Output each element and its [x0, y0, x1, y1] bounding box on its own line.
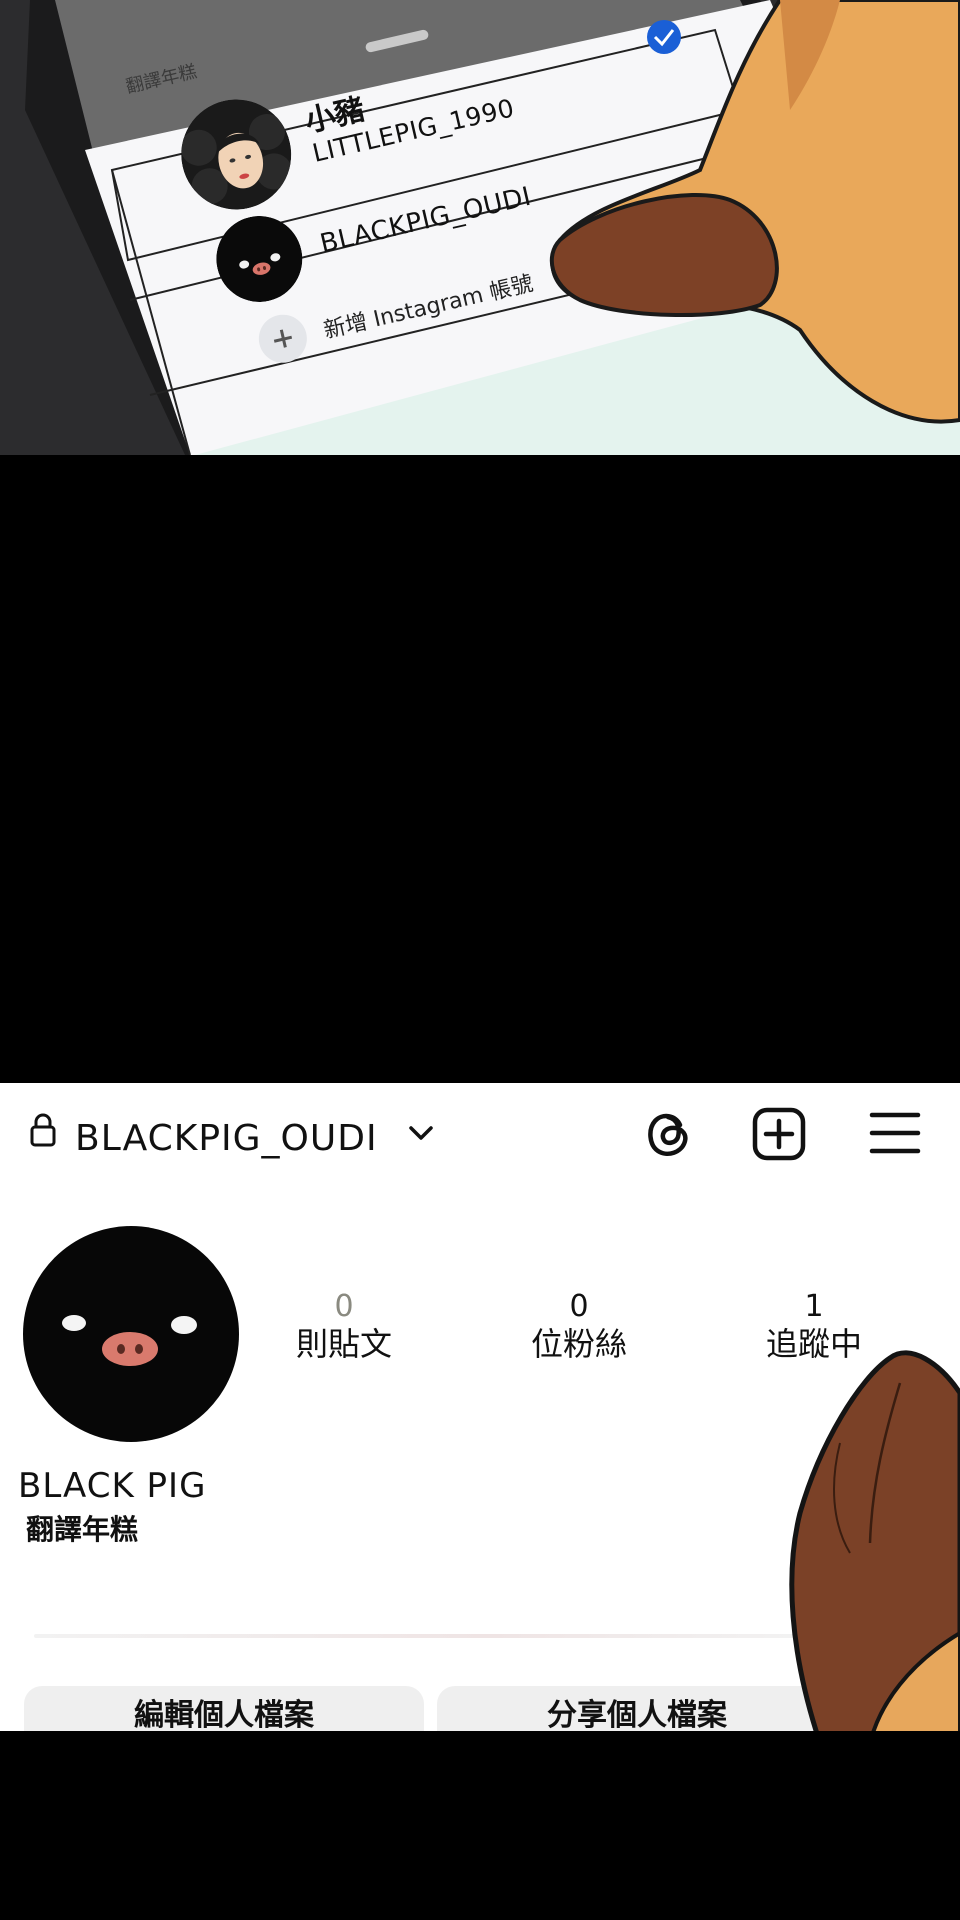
posts-label: 則貼文 — [295, 1325, 392, 1363]
followers-count: 0 — [569, 1289, 589, 1324]
followers-label: 位粉絲 — [530, 1325, 627, 1363]
following-count: 1 — [804, 1289, 824, 1324]
display-name: BLACK PIG — [18, 1466, 207, 1506]
finger-illustration — [789, 1350, 960, 1731]
lock-icon — [30, 1113, 56, 1147]
followers-stat[interactable]: 0 位粉絲 — [499, 1290, 659, 1364]
posts-count: 0 — [334, 1289, 354, 1324]
profile-header: BLACKPIG_OUDI — [0, 1083, 960, 1183]
plus-icon — [254, 309, 312, 368]
chevron-down-icon[interactable] — [408, 1123, 434, 1143]
profile-screen: BLACKPIG_OUDI 0 則貼文 0 位粉絲 1 追蹤中 BLACK PI… — [0, 1083, 960, 1731]
profile-avatar[interactable] — [22, 1225, 240, 1443]
account-handle: BLACKPIG_OUDI — [317, 181, 535, 260]
menu-icon[interactable] — [868, 1109, 922, 1157]
posts-stat[interactable]: 0 則貼文 — [264, 1290, 424, 1364]
edit-profile-button[interactable]: 編輯個人檔案 — [24, 1686, 424, 1731]
username-switcher[interactable]: BLACKPIG_OUDI — [75, 1119, 378, 1159]
create-post-icon[interactable] — [752, 1107, 806, 1161]
avatar — [208, 207, 311, 310]
account-switcher-panel: 翻譯年糕 小豬 LITTLEPIG_1990 BLACKPIG_OUDI 新增 … — [0, 0, 960, 455]
bio: 翻譯年糕 — [26, 1513, 139, 1546]
divider — [34, 1634, 794, 1638]
avatar — [170, 89, 302, 221]
threads-icon[interactable] — [640, 1105, 696, 1161]
